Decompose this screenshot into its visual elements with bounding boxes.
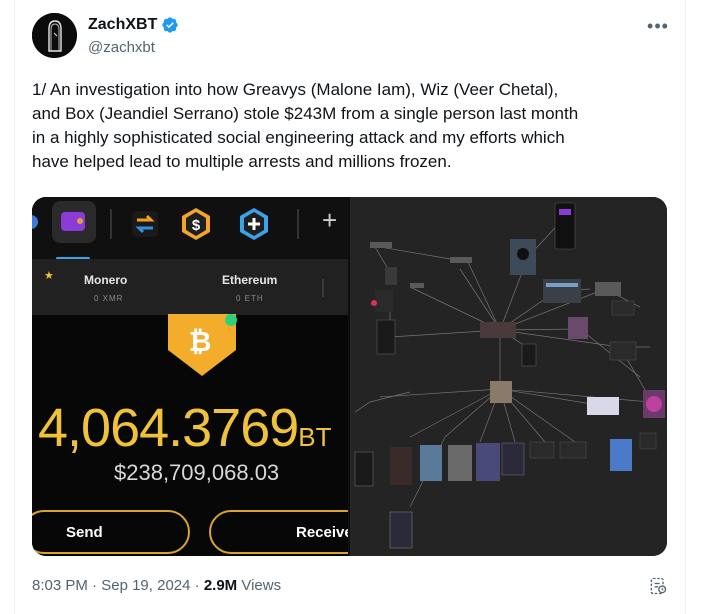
- receive-button: Receive: [209, 510, 348, 554]
- btc-balance-unit: BT: [298, 422, 332, 452]
- usd-balance: $238,709,068.03: [114, 460, 280, 485]
- separator: ·: [87, 577, 102, 594]
- btc-balance-value: 4,064.3769: [38, 398, 299, 458]
- partial-icon: [32, 215, 38, 229]
- send-button: Send: [32, 510, 190, 554]
- btc-balance: 4,064.3769BT: [38, 397, 332, 459]
- coin-tabs: ★ Monero 0 XMR Ethereum 0 ETH: [32, 259, 348, 315]
- wallet-screenshot-image[interactable]: $ + ★ Monero 0 XMR Ethereum 0 ETH ₿ 4,06…: [32, 197, 348, 556]
- network-graph: [354, 202, 665, 549]
- svg-text:₿: ₿: [189, 326, 212, 357]
- tweet-text: 1/ An investigation into how Greavys (Ma…: [32, 80, 579, 171]
- tweet-time[interactable]: 8:03 PM: [32, 577, 88, 594]
- toolbar-divider: [110, 209, 112, 239]
- receive-label: Receive: [296, 523, 348, 541]
- dollar-hex-icon: $: [182, 208, 210, 240]
- wallet-toolbar: $ +: [32, 197, 348, 260]
- author-handle[interactable]: @zachxbt: [88, 39, 155, 56]
- media-grid[interactable]: $ + ★ Monero 0 XMR Ethereum 0 ETH ₿ 4,06…: [32, 197, 667, 556]
- wallet-tab: [52, 201, 96, 243]
- star-icon: ★: [44, 270, 54, 282]
- author-name-row[interactable]: ZachXBT: [88, 16, 179, 34]
- svg-text:$: $: [192, 217, 201, 234]
- views-label: Views: [237, 577, 282, 594]
- plus-icon: +: [322, 205, 338, 235]
- investigation-graph-image[interactable]: [350, 197, 667, 556]
- wallet-icon-dot: [77, 218, 83, 224]
- separator: ·: [190, 577, 204, 594]
- swap-icon: [132, 211, 158, 237]
- avatar[interactable]: [32, 13, 77, 58]
- coin-tab-label: Ethereum: [222, 273, 278, 287]
- coin-tab-balance: 0 XMR: [94, 294, 124, 303]
- tab-divider: [322, 279, 324, 297]
- add-hex-icon: [240, 208, 268, 240]
- views-count: 2.9M: [203, 577, 238, 594]
- view-analytics-icon[interactable]: [648, 576, 668, 596]
- more-options-button[interactable]: •••: [646, 14, 670, 38]
- send-label: Send: [66, 523, 103, 541]
- coin-tab-balance: 0 ETH: [236, 294, 264, 303]
- coin-tab-label: Monero: [84, 273, 128, 287]
- tweet-timestamp[interactable]: 8:03 PM · Sep 19, 2024: [32, 577, 190, 594]
- avatar-image: [32, 13, 77, 58]
- tweet-meta: 8:03 PM · Sep 19, 2024 · 2.9M Views: [32, 577, 281, 594]
- more-icon: •••: [647, 15, 669, 36]
- tweet-date[interactable]: Sep 19, 2024: [101, 577, 190, 594]
- verified-badge-icon: [162, 17, 179, 33]
- author-name[interactable]: ZachXBT: [88, 16, 157, 34]
- bitcoin-icon: ₿: [168, 314, 237, 376]
- toolbar-divider-2: [297, 209, 299, 239]
